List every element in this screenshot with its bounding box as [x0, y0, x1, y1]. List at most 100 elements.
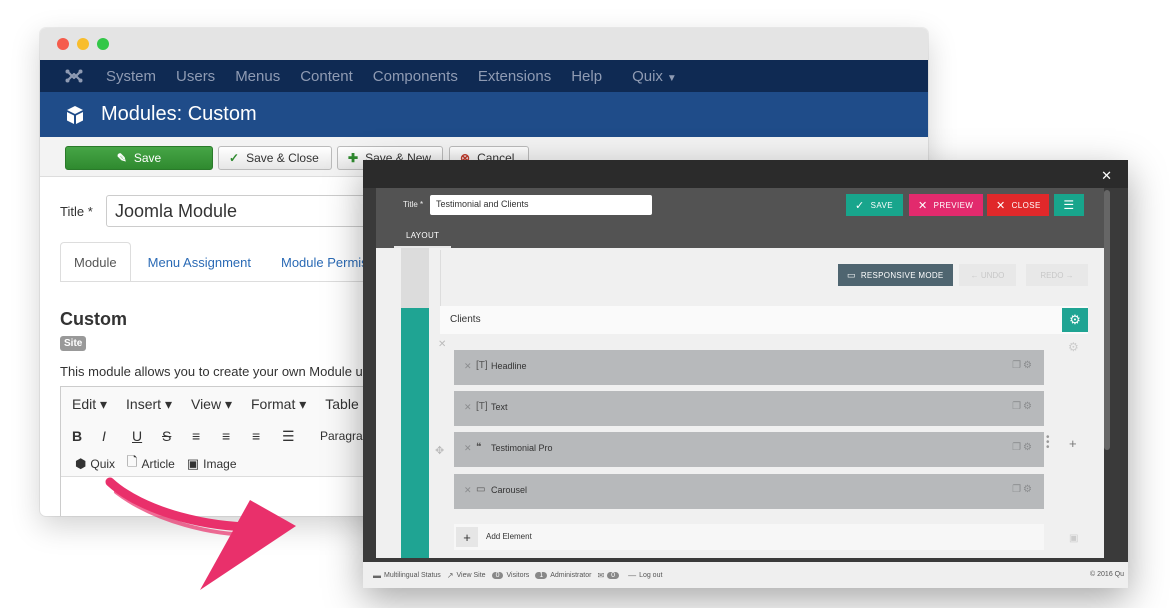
remove-icon[interactable]: ✕	[464, 443, 472, 454]
window-titlebar	[40, 28, 928, 60]
align-center-icon[interactable]: ≡	[222, 428, 252, 444]
close-icon[interactable]: ✕	[1101, 168, 1112, 184]
tab-layout[interactable]: LAYOUT	[394, 224, 452, 248]
multilingual-status[interactable]: ▬ Multilingual Status	[373, 571, 441, 580]
editor-menu-table[interactable]: Table	[325, 396, 358, 412]
visitors-label: Visitors	[506, 571, 530, 579]
window-maximize-dot[interactable]	[97, 38, 109, 50]
nav-help[interactable]: Help	[571, 68, 602, 85]
close-icon: ✕	[996, 199, 1006, 212]
cube-icon	[67, 105, 83, 124]
nav-users[interactable]: Users	[176, 68, 215, 85]
editor-menu-format[interactable]: Format ▾	[251, 396, 306, 413]
quix-preview-label: PREVIEW	[933, 200, 974, 210]
editor-menu-insert-label: Insert	[126, 395, 162, 412]
element-testimonial-pro[interactable]: ✕ ❝ Testimonial Pro ❐⚙	[454, 432, 1044, 467]
messages-status[interactable]: ✉ 0	[597, 571, 622, 580]
remove-icon[interactable]: ✕	[464, 402, 472, 413]
strikethrough-button[interactable]: S	[162, 428, 192, 444]
add-element-row[interactable]: + Add Element	[454, 524, 1044, 550]
move-icon[interactable]: ✥	[435, 444, 444, 457]
tab-module[interactable]: Module	[60, 242, 131, 282]
multilingual-label: Multilingual Status	[384, 571, 441, 579]
copy-settings-icon[interactable]: ❐⚙	[1012, 484, 1034, 495]
tab-menu-assignment[interactable]: Menu Assignment	[135, 242, 264, 282]
nav-system[interactable]: System	[106, 68, 156, 85]
quix-preview-button[interactable]: ✕ PREVIEW	[909, 194, 983, 216]
element-headline[interactable]: ✕ [T] Headline ❐⚙	[454, 350, 1044, 385]
element-label: Testimonial Pro	[491, 443, 553, 453]
gear-icon[interactable]: ⚙	[1062, 308, 1088, 332]
responsive-mode-button[interactable]: ▭ RESPONSIVE MODE	[838, 264, 953, 286]
bold-button[interactable]: B	[72, 428, 102, 444]
align-left-icon[interactable]: ≡	[192, 428, 222, 444]
redo-button[interactable]: REDO →	[1026, 264, 1088, 286]
joomla-logo-icon[interactable]	[64, 66, 84, 86]
editor-menu-edit[interactable]: Edit ▾	[72, 396, 107, 413]
pink-arrow-icon	[105, 477, 296, 590]
quix-close-label: CLOSE	[1011, 200, 1041, 210]
nav-menus[interactable]: Menus	[235, 68, 280, 85]
section-row[interactable]: Clients	[440, 306, 1088, 334]
undo-label: UNDO	[980, 270, 1005, 280]
align-right-icon[interactable]: ≡	[252, 428, 282, 444]
element-carousel[interactable]: ✕ ▭ Carousel ❐⚙	[454, 474, 1044, 509]
save-button[interactable]: ✎ Save	[65, 146, 213, 170]
paragraph-select[interactable]: Paragrap	[320, 429, 369, 443]
administrator-status[interactable]: 1 Administrator	[535, 571, 591, 579]
logout-link[interactable]: — Log out	[628, 571, 662, 580]
nav-content[interactable]: Content	[300, 68, 353, 85]
quix-header: Title * Testimonial and Clients ✓ SAVE ✕ P…	[376, 188, 1104, 248]
copy-settings-icon[interactable]: ❐⚙	[1012, 442, 1034, 453]
insert-quix-label: Quix	[90, 456, 116, 471]
menu-icon: ☰	[1063, 198, 1075, 212]
quix-title-label: Title *	[403, 200, 424, 209]
external-link-icon: ↗	[446, 570, 454, 580]
logout-label: Log out	[639, 571, 663, 579]
resize-icon[interactable]: ▣	[1069, 533, 1078, 544]
remove-icon[interactable]: ✕	[464, 361, 472, 372]
devices-icon: ▭	[847, 269, 856, 280]
remove-icon[interactable]: ✕	[438, 339, 446, 350]
site-badge: Site	[60, 336, 87, 351]
quix-save-button[interactable]: ✓ SAVE	[846, 194, 903, 216]
visitors-count: 0	[491, 571, 504, 579]
window-minimize-dot[interactable]	[77, 38, 89, 50]
editor-menu-view[interactable]: View ▾	[191, 396, 232, 413]
scrollbar[interactable]	[1104, 190, 1110, 450]
undo-button[interactable]: ← UNDO	[959, 264, 1016, 286]
underline-button[interactable]: U	[132, 428, 162, 444]
nav-extensions[interactable]: Extensions	[478, 68, 551, 85]
quix-title-input[interactable]: Testimonial and Clients	[430, 195, 652, 215]
check-icon: ✓	[855, 199, 865, 212]
quix-menu-button[interactable]: ☰	[1054, 194, 1084, 216]
add-column-icon[interactable]: +	[1069, 436, 1077, 451]
visitors-status[interactable]: 0 Visitors	[491, 571, 530, 579]
text-icon: [T]	[476, 360, 488, 371]
remove-icon[interactable]: ✕	[464, 485, 472, 496]
comment-icon: ▬	[373, 570, 381, 580]
nav-components[interactable]: Components	[373, 68, 458, 85]
copyright-text: © 2016 Qu	[1090, 571, 1124, 578]
italic-button[interactable]: I	[102, 428, 132, 444]
envelope-icon: ✉	[597, 570, 605, 580]
nav-quix-label: Quix	[632, 67, 663, 85]
title-input[interactable]: Joomla Module	[106, 195, 386, 227]
copy-settings-icon[interactable]: ❐⚙	[1012, 360, 1034, 371]
save-close-button[interactable]: ✓ Save & Close	[218, 146, 332, 170]
element-text[interactable]: ✕ [T] Text ❐⚙	[454, 391, 1044, 426]
section-handle[interactable]	[401, 308, 429, 558]
view-site-link[interactable]: ↗ View Site	[447, 571, 486, 580]
quix-save-label: SAVE	[870, 200, 893, 210]
plus-icon[interactable]: +	[456, 527, 478, 547]
window-close-dot[interactable]	[57, 38, 69, 50]
column-gear-icon[interactable]: ⚙	[1068, 340, 1079, 354]
quix-close-button[interactable]: ✕ CLOSE	[987, 194, 1049, 216]
close-icon: ✕	[918, 199, 928, 212]
editor-menu-view-label: View	[190, 395, 222, 412]
drag-handle-icon[interactable]: • • •	[1046, 433, 1050, 453]
align-justify-icon[interactable]: ☰	[282, 428, 312, 445]
editor-menu-insert[interactable]: Insert ▾	[126, 396, 172, 413]
nav-quix[interactable]: Quix ▼	[632, 68, 677, 85]
copy-settings-icon[interactable]: ❐⚙	[1012, 401, 1034, 412]
